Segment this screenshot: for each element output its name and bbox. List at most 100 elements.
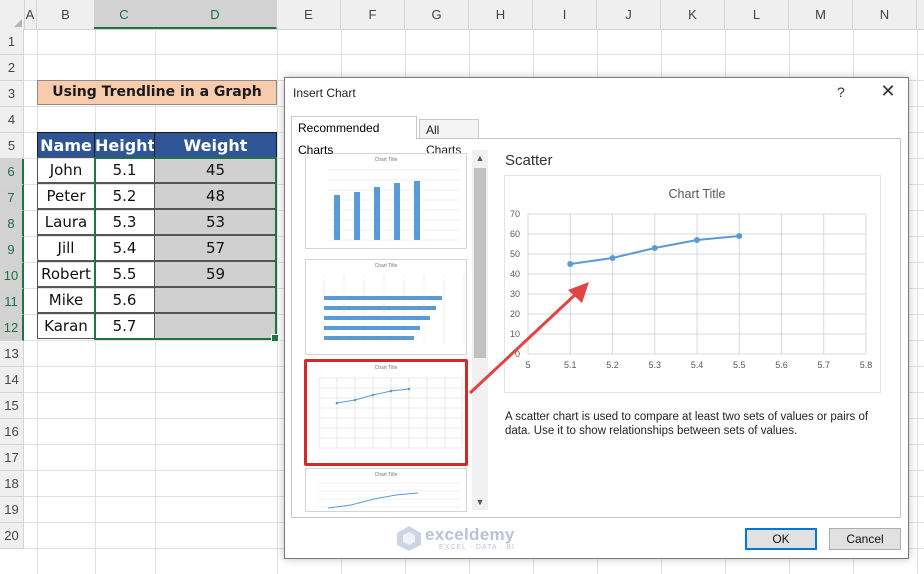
row-header-15[interactable]: 15 (0, 393, 24, 419)
cancel-button[interactable]: Cancel (829, 528, 901, 550)
x-tick-label: 5.6 (775, 360, 788, 370)
tab-recommended-charts[interactable]: Recommended Charts (291, 116, 417, 157)
column-header-k[interactable]: K (661, 0, 725, 29)
data-point (694, 237, 700, 243)
x-tick-label: 5.5 (733, 360, 746, 370)
column-header-b[interactable]: B (37, 0, 95, 29)
row-header-2[interactable]: 2 (0, 55, 24, 81)
header-name[interactable]: Name (37, 132, 95, 158)
exceldemy-logo-icon (397, 526, 421, 551)
dialog-title: Insert Chart (293, 86, 356, 100)
insert-chart-dialog: Insert Chart ? ✕ Recommended Charts All … (284, 77, 909, 559)
table-cell-name[interactable]: Robert (37, 261, 95, 287)
row-header-1[interactable]: 1 (0, 29, 24, 55)
x-tick-label: 5.7 (817, 360, 830, 370)
column-header-j[interactable]: J (597, 0, 661, 29)
column-header-l[interactable]: L (725, 0, 789, 29)
column-header-d[interactable]: D (154, 0, 277, 29)
y-tick-label: 0 (515, 349, 520, 359)
close-button[interactable]: ✕ (879, 81, 897, 101)
thumbnail-scrollbar[interactable]: ▲ ▼ (472, 150, 488, 510)
ok-button[interactable]: OK (745, 528, 817, 550)
table-cell-name[interactable]: Peter (37, 183, 95, 209)
x-tick-label: 5.2 (606, 360, 619, 370)
tab-all-charts[interactable]: All Charts (419, 119, 479, 157)
row-header-10[interactable]: 10 (0, 263, 24, 289)
column-header-a[interactable]: A (24, 0, 37, 29)
table-cell-height[interactable]: 5.7 (94, 313, 155, 339)
thumbnail-column-chart[interactable]: Chart Title (305, 153, 467, 249)
scroll-down-arrow-icon[interactable]: ▼ (472, 494, 488, 510)
y-tick-label: 10 (510, 329, 520, 339)
x-tick-label: 5.3 (648, 360, 661, 370)
row-header-11[interactable]: 11 (0, 289, 24, 315)
column-header-m[interactable]: M (789, 0, 853, 29)
table-cell-name[interactable]: Jill (37, 235, 95, 261)
sheet-title-cell[interactable]: Using Trendline in a Graph (37, 80, 277, 105)
row-header-5[interactable]: 5 (0, 133, 24, 159)
thumbnail-line-chart[interactable]: Chart Title (305, 468, 467, 512)
table-cell-weight[interactable]: 59 (154, 261, 277, 287)
column-header-n[interactable]: N (853, 0, 917, 29)
help-button[interactable]: ? (837, 84, 845, 100)
column-header-i[interactable]: I (533, 0, 597, 29)
x-tick-label: 5 (525, 360, 530, 370)
row-header-7[interactable]: 7 (0, 185, 24, 211)
table-cell-height[interactable]: 5.1 (94, 157, 155, 183)
table-cell-height[interactable]: 5.2 (94, 183, 155, 209)
row-header-16[interactable]: 16 (0, 419, 24, 445)
row-header-12[interactable]: 12 (0, 315, 24, 341)
scroll-up-arrow-icon[interactable]: ▲ (472, 150, 488, 166)
table-cell-name[interactable]: Laura (37, 209, 95, 235)
table-cell-name[interactable]: Mike (37, 287, 95, 313)
gridline (277, 29, 278, 574)
table-cell-name[interactable]: Karan (37, 313, 95, 339)
exceldemy-watermark: exceldemy EXCEL · DATA · BI (395, 524, 545, 554)
table-cell-height[interactable]: 5.4 (94, 235, 155, 261)
data-point (651, 245, 658, 251)
row-header-8[interactable]: 8 (0, 211, 24, 237)
data-point (609, 255, 616, 261)
row-header-13[interactable]: 13 (0, 341, 24, 367)
table-cell-weight[interactable]: 53 (154, 209, 277, 235)
gridline (917, 29, 918, 574)
column-header-e[interactable]: E (277, 0, 341, 29)
y-tick-label: 20 (510, 309, 520, 319)
row-header-20[interactable]: 20 (0, 523, 24, 549)
table-cell-weight[interactable]: 48 (154, 183, 277, 209)
data-point (567, 261, 574, 267)
x-tick-label: 5.8 (860, 360, 873, 370)
table-cell-weight[interactable] (154, 313, 277, 339)
row-header-3[interactable]: 3 (0, 81, 24, 107)
header-height[interactable]: Height (94, 132, 155, 158)
row-header-17[interactable]: 17 (0, 445, 24, 471)
select-all-corner[interactable] (0, 0, 25, 29)
table-cell-height[interactable]: 5.6 (94, 287, 155, 313)
row-header-14[interactable]: 14 (0, 367, 24, 393)
chart-title: Chart Title (669, 187, 726, 201)
column-header-g[interactable]: G (405, 0, 469, 29)
row-header-9[interactable]: 9 (0, 237, 24, 263)
y-tick-label: 70 (510, 209, 520, 219)
table-cell-weight[interactable]: 57 (154, 235, 277, 261)
header-weight[interactable]: Weight (154, 132, 277, 158)
scrollbar-thumb[interactable] (474, 168, 486, 358)
table-cell-name[interactable]: John (37, 157, 95, 183)
gridline (24, 54, 924, 55)
thumbnail-bar-chart[interactable]: Chart Title (305, 259, 467, 355)
table-cell-height[interactable]: 5.3 (94, 209, 155, 235)
row-header-6[interactable]: 6 (0, 159, 24, 185)
table-cell-weight[interactable] (154, 287, 277, 313)
row-header-19[interactable]: 19 (0, 497, 24, 523)
column-header-h[interactable]: H (469, 0, 533, 29)
data-point (736, 233, 743, 239)
row-header-4[interactable]: 4 (0, 107, 24, 133)
column-header-f[interactable]: F (341, 0, 405, 29)
column-header-c[interactable]: C (94, 0, 155, 29)
scatter-chart-icon (318, 377, 463, 449)
table-cell-weight[interactable]: 45 (154, 157, 277, 183)
row-header-18[interactable]: 18 (0, 471, 24, 497)
table-cell-height[interactable]: 5.5 (94, 261, 155, 287)
thumbnail-scatter-chart[interactable]: Chart Title (304, 359, 468, 466)
x-tick-label: 5.1 (564, 360, 577, 370)
